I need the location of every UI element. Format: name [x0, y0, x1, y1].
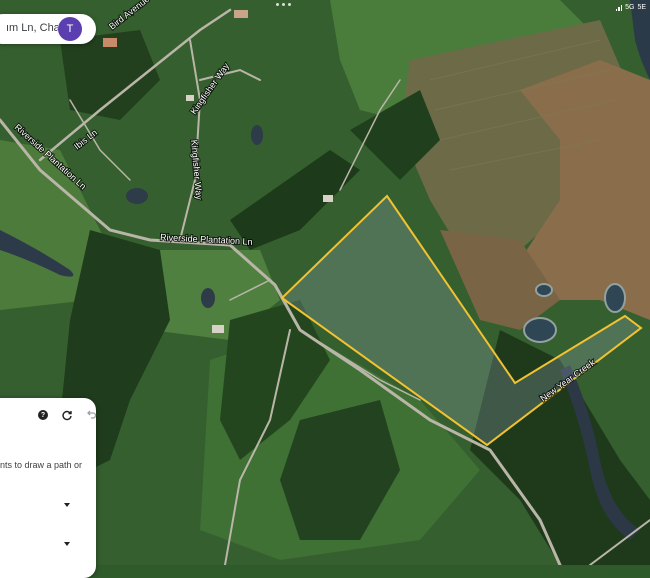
sheet-grabber[interactable] [276, 3, 291, 6]
search-bar[interactable]: ım Ln, Chappell I T [0, 14, 96, 44]
search-input[interactable]: ım Ln, Chappell I [6, 22, 58, 34]
help-button[interactable]: ? [34, 406, 52, 424]
satellite-map[interactable]: Riverside Plantation Ln Riverside Planta… [0, 0, 650, 565]
measure-panel: ? nts to draw a path or [0, 398, 97, 578]
pond [535, 283, 553, 297]
house [234, 10, 248, 18]
redo-button[interactable] [58, 406, 76, 424]
dropdown-caret-icon[interactable] [64, 542, 70, 546]
signal-icon [615, 4, 623, 11]
pond [126, 188, 148, 204]
undo-icon [87, 410, 97, 419]
pond [523, 317, 557, 343]
network-label: 5G [625, 3, 635, 11]
undo-button[interactable] [82, 406, 100, 424]
house [186, 95, 194, 101]
house [323, 195, 333, 202]
house [103, 38, 117, 47]
avatar-letter: T [66, 23, 74, 35]
dropdown-caret-icon[interactable] [64, 503, 70, 507]
pond [251, 125, 263, 145]
help-icon: ? [38, 410, 48, 420]
avatar[interactable]: T [58, 17, 82, 41]
house [212, 325, 224, 333]
pond [604, 283, 626, 313]
status-bar: 5G 5E [615, 2, 646, 12]
redo-icon [62, 410, 72, 421]
panel-hint-text: nts to draw a path or [0, 460, 83, 470]
network-extra: 5E [637, 3, 646, 11]
pond [201, 288, 215, 308]
